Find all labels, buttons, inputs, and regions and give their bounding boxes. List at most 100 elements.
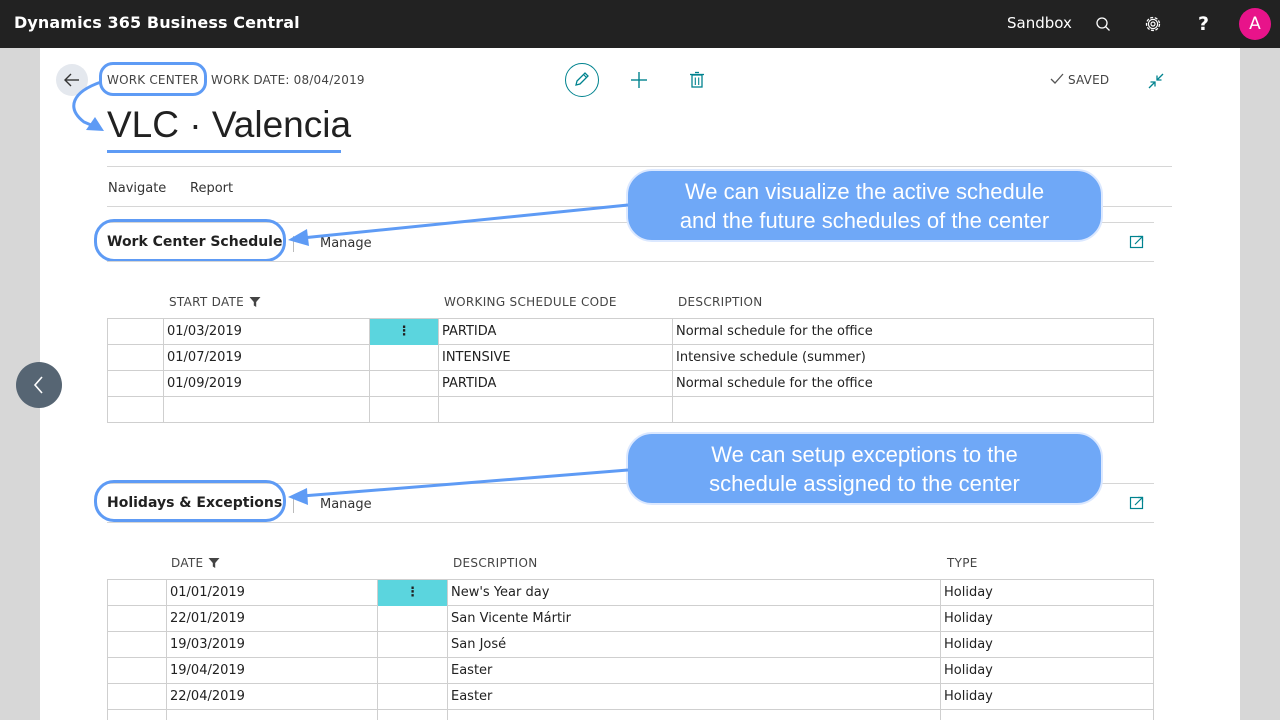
date-cell[interactable]: 22/04/2019 xyxy=(167,684,378,710)
divider xyxy=(107,522,1154,523)
date-cell[interactable] xyxy=(167,710,378,720)
row-selector[interactable] xyxy=(108,371,164,397)
type-cell[interactable]: Holiday xyxy=(941,632,1154,658)
type-cell[interactable]: Holiday xyxy=(941,684,1154,710)
top-bar: Dynamics 365 Business Central Sandbox ? … xyxy=(0,0,1280,48)
divider xyxy=(107,166,1172,167)
col-start-date[interactable]: START DATE xyxy=(169,295,244,309)
row-selector[interactable] xyxy=(108,397,164,423)
edit-button[interactable] xyxy=(565,63,599,97)
description-cell[interactable]: New's Year day xyxy=(448,580,941,606)
row-actions-cell[interactable] xyxy=(378,684,448,710)
start-date-cell[interactable]: 01/07/2019 xyxy=(164,345,370,371)
row-actions-cell[interactable] xyxy=(378,710,448,720)
row-actions-cell[interactable] xyxy=(378,658,448,684)
row-actions-button[interactable]: ⋮ xyxy=(370,319,439,345)
start-date-cell[interactable] xyxy=(164,397,370,423)
app-title[interactable]: Dynamics 365 Business Central xyxy=(14,13,300,32)
collapse-icon[interactable] xyxy=(1146,71,1166,91)
holidays-manage-button[interactable]: Manage xyxy=(320,497,372,512)
filter-icon[interactable] xyxy=(207,556,221,570)
row-actions-cell[interactable] xyxy=(370,397,439,423)
previous-record-button[interactable] xyxy=(16,362,62,408)
description-cell[interactable]: Normal schedule for the office xyxy=(673,319,1154,345)
menu-report[interactable]: Report xyxy=(190,181,233,196)
description-cell[interactable] xyxy=(448,710,941,720)
row-actions-cell[interactable] xyxy=(370,345,439,371)
col-working-schedule-code[interactable]: WORKING SCHEDULE CODE xyxy=(444,295,617,309)
expand-icon[interactable] xyxy=(1128,494,1146,512)
description-cell[interactable]: San José xyxy=(448,632,941,658)
col-description[interactable]: DESCRIPTION xyxy=(453,556,538,570)
title-highlight xyxy=(107,150,341,153)
search-icon[interactable] xyxy=(1091,12,1115,36)
gear-icon[interactable] xyxy=(1141,12,1165,36)
table-row[interactable]: 01/03/2019 ⋮ PARTIDA Normal schedule for… xyxy=(108,319,1154,345)
divider xyxy=(107,261,1154,262)
code-cell[interactable]: PARTIDA xyxy=(439,371,673,397)
table-row[interactable]: 22/01/2019 San Vicente Mártir Holiday xyxy=(108,606,1154,632)
separator xyxy=(293,497,294,513)
row-selector[interactable] xyxy=(108,658,167,684)
schedule-manage-button[interactable]: Manage xyxy=(320,236,372,251)
description-cell[interactable]: Normal schedule for the office xyxy=(673,371,1154,397)
col-type[interactable]: TYPE xyxy=(947,556,978,570)
check-icon xyxy=(1050,73,1064,84)
table-row[interactable]: 01/07/2019 INTENSIVE Intensive schedule … xyxy=(108,345,1154,371)
type-cell[interactable] xyxy=(941,710,1154,720)
type-cell[interactable]: Holiday xyxy=(941,658,1154,684)
table-row[interactable]: 19/03/2019 San José Holiday xyxy=(108,632,1154,658)
table-row[interactable]: 01/09/2019 PARTIDA Normal schedule for t… xyxy=(108,371,1154,397)
code-cell[interactable]: INTENSIVE xyxy=(439,345,673,371)
trash-icon[interactable] xyxy=(686,69,708,91)
new-row[interactable] xyxy=(108,397,1154,423)
row-selector[interactable] xyxy=(108,684,167,710)
description-cell[interactable]: Easter xyxy=(448,684,941,710)
start-date-cell[interactable]: 01/09/2019 xyxy=(164,371,370,397)
col-date[interactable]: DATE xyxy=(171,556,203,570)
schedule-grid: 01/03/2019 ⋮ PARTIDA Normal schedule for… xyxy=(107,318,1154,423)
row-selector[interactable] xyxy=(108,345,164,371)
table-row[interactable]: 22/04/2019 Easter Holiday xyxy=(108,684,1154,710)
help-button[interactable]: ? xyxy=(1198,13,1209,35)
col-description[interactable]: DESCRIPTION xyxy=(678,295,763,309)
holidays-grid: 01/01/2019 ⋮ New's Year day Holiday 22/0… xyxy=(107,579,1154,720)
description-cell[interactable]: Intensive schedule (summer) xyxy=(673,345,1154,371)
callout-line: We can setup exceptions to the xyxy=(711,442,1018,467)
filter-icon[interactable] xyxy=(248,295,262,309)
table-row[interactable]: 01/01/2019 ⋮ New's Year day Holiday xyxy=(108,580,1154,606)
environment-label[interactable]: Sandbox xyxy=(1007,14,1072,32)
date-cell[interactable]: 19/03/2019 xyxy=(167,632,378,658)
expand-icon[interactable] xyxy=(1128,233,1146,251)
type-cell[interactable]: Holiday xyxy=(941,580,1154,606)
date-cell[interactable]: 01/01/2019 xyxy=(167,580,378,606)
code-cell[interactable] xyxy=(439,397,673,423)
table-row[interactable] xyxy=(108,710,1154,720)
back-button[interactable] xyxy=(56,64,88,96)
saved-status: SAVED xyxy=(1068,73,1110,87)
row-selector[interactable] xyxy=(108,710,167,720)
row-actions-cell[interactable] xyxy=(378,632,448,658)
date-cell[interactable]: 22/01/2019 xyxy=(167,606,378,632)
right-backdrop xyxy=(1240,48,1280,720)
start-date-cell[interactable]: 01/03/2019 xyxy=(164,319,370,345)
row-selector[interactable] xyxy=(108,319,164,345)
plus-icon[interactable] xyxy=(628,69,650,91)
arrow-left-icon xyxy=(64,73,79,87)
callout-line: We can visualize the active schedule xyxy=(684,179,1045,204)
row-actions-cell[interactable] xyxy=(370,371,439,397)
date-cell[interactable]: 19/04/2019 xyxy=(167,658,378,684)
description-cell[interactable] xyxy=(673,397,1154,423)
code-cell[interactable]: PARTIDA xyxy=(439,319,673,345)
row-selector[interactable] xyxy=(108,580,167,606)
row-selector[interactable] xyxy=(108,606,167,632)
avatar[interactable]: A xyxy=(1239,8,1271,40)
description-cell[interactable]: San Vicente Mártir xyxy=(448,606,941,632)
table-row[interactable]: 19/04/2019 Easter Holiday xyxy=(108,658,1154,684)
row-selector[interactable] xyxy=(108,632,167,658)
description-cell[interactable]: Easter xyxy=(448,658,941,684)
type-cell[interactable]: Holiday xyxy=(941,606,1154,632)
menu-navigate[interactable]: Navigate xyxy=(108,181,166,196)
row-actions-button[interactable]: ⋮ xyxy=(378,580,448,606)
row-actions-cell[interactable] xyxy=(378,606,448,632)
